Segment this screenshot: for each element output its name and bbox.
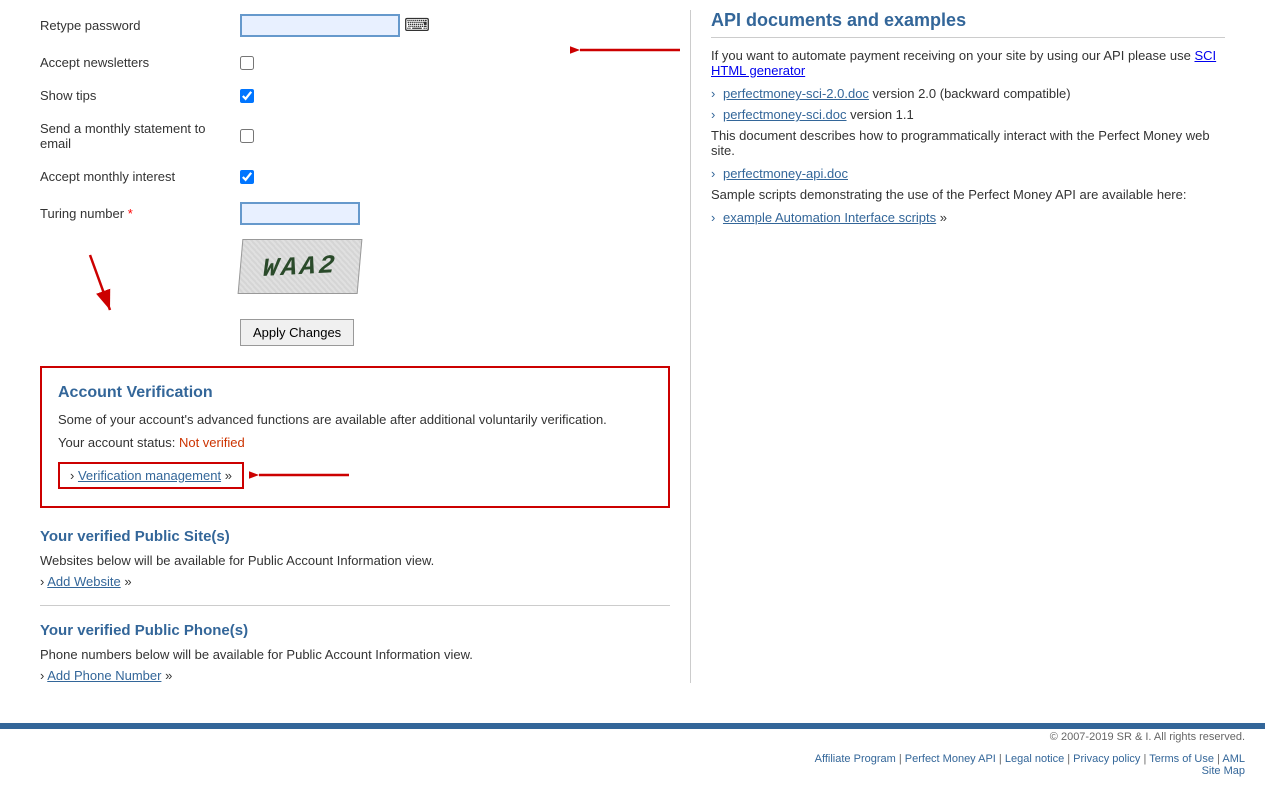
public-phones-link: › Add Phone Number » (40, 668, 670, 683)
example-automation-link[interactable]: example Automation Interface scripts (723, 210, 936, 225)
footer-terms-link[interactable]: Terms of Use (1149, 753, 1214, 765)
verification-link-row: › Verification management » (58, 460, 652, 490)
captcha-container: WAA2 (240, 239, 670, 294)
api-doc1-link: perfectmoney-sci-2.0.doc version 2.0 (ba… (711, 86, 1225, 101)
accept-newsletters-checkbox[interactable] (240, 56, 254, 70)
retype-password-input[interactable] (240, 14, 400, 37)
arrow-right-to-link (249, 460, 359, 490)
verification-management-link[interactable]: Verification management (78, 468, 221, 483)
accept-newsletters-row: Accept newsletters (40, 51, 670, 74)
public-sites-section: Your verified Public Site(s) Websites be… (40, 528, 670, 589)
page-wrapper: Retype password ⌨ Accept newsletters Sho… (0, 0, 1265, 779)
show-tips-control (240, 89, 254, 103)
verification-link-box: › Verification management » (58, 462, 244, 489)
accept-newsletters-label: Accept newsletters (40, 55, 240, 70)
public-sites-link: › Add Website » (40, 574, 670, 589)
perfectmoney-sci2-link[interactable]: perfectmoney-sci-2.0.doc (723, 86, 869, 101)
send-statement-row: Send a monthly statement to email (40, 117, 670, 155)
api-doc3-desc: This document describes how to programma… (711, 128, 1225, 158)
perfectmoney-sci-link[interactable]: perfectmoney-sci.doc (723, 107, 847, 122)
main-content: Retype password ⌨ Accept newsletters Sho… (0, 0, 1265, 703)
public-sites-title: Your verified Public Site(s) (40, 528, 670, 545)
send-statement-checkbox[interactable] (240, 129, 254, 143)
add-website-link[interactable]: Add Website (47, 574, 120, 589)
accept-interest-control (240, 170, 254, 184)
retype-password-label: Retype password (40, 18, 240, 33)
footer-copyright: © 2007-2019 SR & I. All rights reserved. (0, 729, 1265, 745)
api-doc4-link: perfectmoney-api.doc (711, 166, 1225, 181)
captcha-image: WAA2 (238, 239, 363, 294)
api-desc: If you want to automate payment receivin… (711, 48, 1225, 78)
turing-control (240, 202, 360, 225)
footer-privacy-link[interactable]: Privacy policy (1073, 753, 1140, 765)
add-phone-link[interactable]: Add Phone Number (47, 668, 161, 683)
accept-interest-checkbox[interactable] (240, 170, 254, 184)
accept-newsletters-control (240, 56, 254, 70)
divider-1 (40, 605, 670, 606)
accept-interest-label: Accept monthly interest (40, 169, 240, 184)
public-phones-desc: Phone numbers below will be available fo… (40, 647, 670, 662)
send-statement-control (240, 129, 254, 143)
keyboard-icon[interactable]: ⌨ (404, 15, 430, 36)
verification-desc: Some of your account's advanced function… (58, 412, 652, 427)
apply-changes-button[interactable]: Apply Changes (240, 319, 354, 346)
send-statement-label: Send a monthly statement to email (40, 121, 240, 151)
accept-interest-row: Accept monthly interest (40, 165, 670, 188)
api-sample-desc: Sample scripts demonstrating the use of … (711, 187, 1225, 202)
api-example-link: example Automation Interface scripts » (711, 210, 1225, 225)
public-phones-section: Your verified Public Phone(s) Phone numb… (40, 622, 670, 683)
retype-password-control: ⌨ (240, 14, 430, 37)
footer-aml-link[interactable]: AML (1222, 753, 1245, 765)
public-sites-desc: Websites below will be available for Pub… (40, 553, 670, 568)
public-phones-title: Your verified Public Phone(s) (40, 622, 670, 639)
turing-number-row: Turing number * (40, 198, 670, 229)
api-doc2-link: perfectmoney-sci.doc version 1.1 (711, 107, 1225, 122)
left-panel: Retype password ⌨ Accept newsletters Sho… (40, 10, 670, 683)
account-status: Your account status: Not verified (58, 435, 652, 450)
turing-input[interactable] (240, 202, 360, 225)
account-verification-box: Account Verification Some of your accoun… (40, 366, 670, 508)
perfectmoney-api-link[interactable]: perfectmoney-api.doc (723, 166, 848, 181)
show-tips-label: Show tips (40, 88, 240, 103)
show-tips-checkbox[interactable] (240, 89, 254, 103)
required-marker: * (128, 206, 133, 221)
footer-sitemap-link[interactable]: Site Map (1202, 765, 1245, 777)
right-panel: API documents and examples If you want t… (690, 10, 1225, 683)
footer-links: Affiliate Program | Perfect Money API | … (0, 745, 1265, 779)
footer-legal-link[interactable]: Legal notice (1005, 753, 1064, 765)
footer-affiliate-link[interactable]: Affiliate Program (815, 753, 896, 765)
turing-label: Turing number * (40, 206, 240, 221)
retype-password-row: Retype password ⌨ (40, 10, 670, 41)
not-verified-status: Not verified (179, 435, 245, 450)
api-title: API documents and examples (711, 10, 1225, 38)
apply-changes-container: Apply Changes (40, 309, 670, 346)
verification-title: Account Verification (58, 384, 652, 402)
footer-api-link[interactable]: Perfect Money API (905, 753, 996, 765)
show-tips-row: Show tips (40, 84, 670, 107)
captcha-text: WAA2 (261, 250, 338, 284)
